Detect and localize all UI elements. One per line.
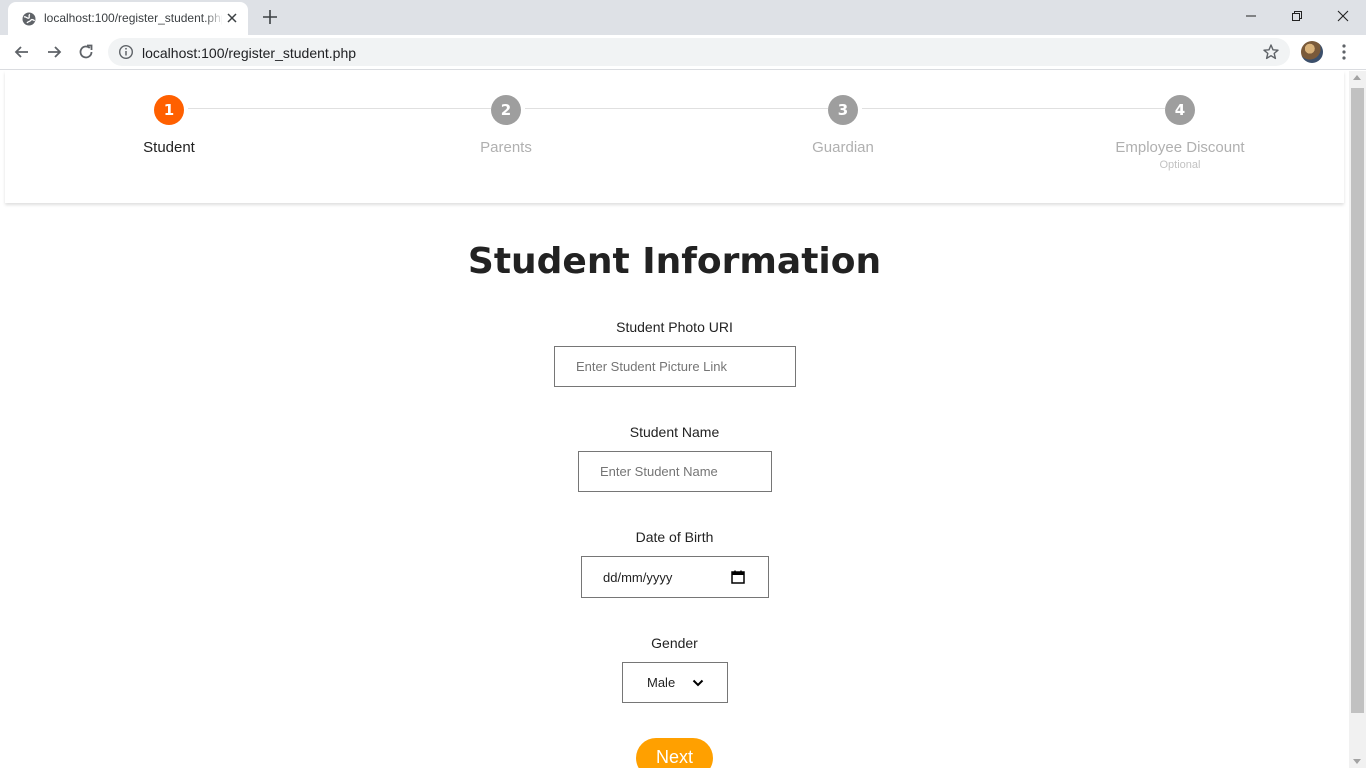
step-parents[interactable]: 2 Parents	[406, 95, 606, 156]
scroll-thumb[interactable]	[1351, 88, 1364, 713]
page-viewport: 1 Student 2 Parents 3 Guardian 4 Employe…	[0, 71, 1349, 768]
photo-uri-label: Student Photo URI	[616, 319, 733, 335]
next-button[interactable]: Next	[636, 738, 713, 768]
step-number: 3	[828, 95, 858, 125]
step-student[interactable]: 1 Student	[69, 95, 269, 156]
minimize-button[interactable]	[1228, 0, 1274, 32]
address-bar[interactable]: localhost:100/register_student.php	[108, 38, 1290, 66]
student-name-input[interactable]: Enter Student Name	[578, 451, 772, 492]
chevron-down-icon	[692, 679, 704, 687]
star-icon[interactable]	[1262, 43, 1280, 61]
back-button[interactable]	[10, 40, 34, 64]
gender-select[interactable]: Male	[622, 662, 728, 703]
globe-icon	[22, 12, 36, 26]
scroll-up-arrow-icon[interactable]	[1353, 75, 1361, 80]
step-number: 1	[154, 95, 184, 125]
tab-strip: localhost:100/register_student.php	[0, 0, 1366, 35]
tab-title: localhost:100/register_student.php	[44, 11, 222, 25]
page-title: Student Information	[467, 241, 882, 282]
close-icon[interactable]	[224, 10, 240, 26]
url-text: localhost:100/register_student.php	[142, 45, 357, 61]
page-scrollbar[interactable]	[1349, 71, 1366, 768]
step-label: Employee Discount	[1115, 139, 1245, 156]
window-close-button[interactable]	[1320, 0, 1366, 32]
restore-button[interactable]	[1274, 0, 1320, 32]
minimize-icon	[1246, 15, 1256, 17]
arrow-right-icon	[48, 46, 62, 58]
browser-menu-button[interactable]	[1334, 41, 1354, 63]
step-employee-discount[interactable]: 4 Employee Discount Optional	[1080, 95, 1280, 171]
dob-input[interactable]: dd/mm/yyyy	[581, 556, 769, 598]
gender-label: Gender	[651, 635, 698, 651]
student-name-label: Student Name	[629, 424, 720, 440]
photo-uri-input[interactable]: Enter Student Picture Link	[554, 346, 796, 387]
step-number: 2	[491, 95, 521, 125]
reload-button[interactable]	[74, 40, 98, 64]
student-name-placeholder: Enter Student Name	[600, 464, 718, 479]
arrow-left-icon	[14, 46, 28, 58]
scroll-down-arrow-icon[interactable]	[1353, 759, 1361, 764]
dob-value: dd/mm/yyyy	[603, 569, 673, 585]
browser-toolbar: localhost:100/register_student.php	[0, 35, 1366, 70]
gender-value: Male	[647, 675, 676, 690]
registration-stepper: 1 Student 2 Parents 3 Guardian 4 Employe…	[5, 71, 1344, 203]
forward-button[interactable]	[42, 40, 66, 64]
new-tab-icon[interactable]	[260, 7, 280, 27]
profile-avatar[interactable]	[1301, 41, 1323, 63]
step-label: Guardian	[812, 139, 874, 156]
reload-icon	[79, 44, 93, 59]
calendar-icon[interactable]	[731, 570, 745, 584]
more-vert-icon	[1342, 44, 1346, 60]
browser-tab[interactable]: localhost:100/register_student.php	[8, 2, 248, 35]
step-optional-note: Optional	[1159, 159, 1201, 171]
photo-uri-placeholder: Enter Student Picture Link	[576, 359, 728, 374]
info-icon[interactable]	[118, 44, 134, 60]
dob-label: Date of Birth	[635, 529, 714, 545]
window-close-icon	[1337, 10, 1349, 22]
tab-title-fade	[204, 8, 224, 30]
step-guardian[interactable]: 3 Guardian	[743, 95, 943, 156]
step-number: 4	[1165, 95, 1195, 125]
restore-icon	[1292, 11, 1302, 21]
step-label: Parents	[480, 139, 532, 156]
step-label: Student	[143, 139, 195, 156]
